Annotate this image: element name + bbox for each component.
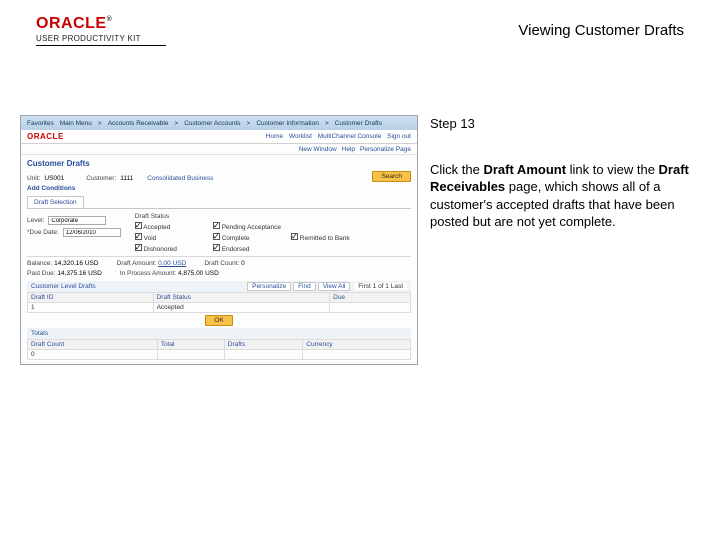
grid-header: Customer Level Drafts PersonalizeFindVie… — [27, 281, 411, 292]
checkbox-pending[interactable] — [213, 222, 220, 229]
breadcrumb[interactable]: Customer Information — [256, 120, 319, 127]
past-due-label: Past Due: — [27, 270, 56, 277]
grid-range: First 1 of 1 Last — [354, 283, 407, 290]
embedded-app-screenshot: Favorites Main Menu> Accounts Receivable… — [20, 115, 418, 365]
col-total: Total — [157, 340, 224, 350]
tab-strip: Draft Selection — [27, 196, 411, 209]
in-process-value: 4,875.00 USD — [178, 270, 219, 277]
app-subheader: New Window Help Personalize Page — [21, 144, 417, 155]
subheader-link[interactable]: Help — [342, 146, 355, 153]
customer-value: 1111 — [120, 175, 133, 182]
draft-count-value: 0 — [241, 260, 245, 267]
grid-tools: PersonalizeFindView All First 1 of 1 Las… — [245, 283, 407, 290]
customer-label: Customer: — [86, 175, 116, 182]
grid-tool-personalize[interactable]: Personalize — [247, 282, 291, 291]
brand-rule — [36, 45, 166, 46]
page-title: Customer Drafts — [27, 159, 411, 168]
breadcrumb[interactable]: Customer Accounts — [184, 120, 240, 127]
instr-frag: Click the — [430, 162, 483, 177]
col-draft-status[interactable]: Draft Status — [153, 293, 330, 303]
col-drafts: Drafts — [224, 340, 303, 350]
search-button[interactable]: Search — [372, 171, 411, 182]
grid-tool-viewall[interactable]: View All — [318, 282, 351, 291]
step-label: Step 13 — [430, 115, 700, 133]
instr-bold-1: Draft Amount — [483, 162, 566, 177]
col-currency: Currency — [303, 340, 411, 350]
app-header: ORACLE Home Worklist MultiChannel Consol… — [21, 130, 417, 144]
header-link[interactable]: Home — [266, 133, 283, 140]
balance-label: Balance: — [27, 260, 52, 267]
cell-count: 0 — [28, 350, 158, 360]
checkbox-remitted[interactable] — [291, 233, 298, 240]
checkbox-complete[interactable] — [213, 233, 220, 240]
continue-button[interactable]: OK — [205, 315, 232, 326]
draft-amount-label: Draft Amount: — [117, 260, 157, 267]
breadcrumb[interactable]: Favorites — [27, 120, 54, 127]
due-date-input[interactable] — [63, 228, 121, 237]
brand-subtitle: USER PRODUCTIVITY KIT — [36, 34, 166, 43]
chk-label: Remitted to Bank — [300, 235, 350, 242]
chk-label: Accepted — [143, 224, 170, 231]
chk-label: Dishonored — [144, 246, 177, 253]
header-link[interactable]: Sign out — [387, 133, 411, 140]
balance-value: 14,320.16 USD — [54, 260, 98, 267]
add-conditions-header: Add Conditions — [27, 185, 411, 192]
grid-title: Customer Level Drafts — [31, 283, 96, 290]
level-label: Level: — [27, 217, 44, 224]
unit-value: US001 — [44, 175, 64, 182]
subheader-link[interactable]: Personalize Page — [360, 146, 411, 153]
breadcrumb[interactable]: Customer Drafts — [335, 120, 382, 127]
table-row[interactable]: 1Accepted — [28, 303, 411, 313]
chk-label: Pending Acceptance — [222, 224, 281, 231]
col-draft-id[interactable]: Draft ID — [28, 293, 154, 303]
breadcrumb[interactable]: Accounts Receivable — [108, 120, 169, 127]
col-count: Draft Count — [28, 340, 158, 350]
checkbox-void[interactable] — [135, 233, 142, 240]
brand-wordmark: ORACLE® — [36, 16, 166, 32]
chk-label: Endorsed — [222, 246, 250, 253]
past-due-value: 14,375.16 USD — [57, 270, 101, 277]
instruction-text: Click the Draft Amount link to view the … — [430, 161, 700, 231]
unit-label: Unit: — [27, 175, 40, 182]
in-process-label: In Process Amount: — [120, 270, 176, 277]
chk-label: Void — [144, 235, 157, 242]
checkbox-dishonored[interactable] — [135, 244, 142, 251]
level-select[interactable] — [48, 216, 106, 225]
brand-logo: ORACLE® USER PRODUCTIVITY KIT — [36, 16, 166, 46]
draft-count-label: Draft Count: — [204, 260, 239, 267]
checkbox-accepted[interactable] — [135, 222, 142, 229]
chk-label: Complete — [222, 235, 250, 242]
checkbox-endorsed[interactable] — [213, 244, 220, 251]
totals-header: Totals — [27, 328, 411, 339]
drafts-table: Draft IDDraft StatusDue 1Accepted — [27, 292, 411, 313]
breadcrumb[interactable]: Main Menu — [60, 120, 92, 127]
totals-table: Draft CountTotalDraftsCurrency 0 — [27, 339, 411, 360]
breadcrumb-bar: Favorites Main Menu> Accounts Receivable… — [21, 116, 417, 130]
app-brand: ORACLE — [27, 132, 64, 141]
doc-title: Viewing Customer Drafts — [518, 22, 684, 39]
due-date-label: *Due Date: — [27, 229, 59, 236]
draft-amount-link[interactable]: 0.00 USD — [158, 260, 186, 267]
draft-status-label: Draft Status — [135, 213, 359, 220]
customer-link[interactable]: Consolidated Business — [147, 175, 213, 182]
table-row: 0 — [28, 350, 411, 360]
app-header-links: Home Worklist MultiChannel Console Sign … — [262, 133, 411, 140]
header-link[interactable]: MultiChannel Console — [318, 133, 382, 140]
subheader-link[interactable]: New Window — [299, 146, 337, 153]
header-link[interactable]: Worklist — [289, 133, 312, 140]
grid-tool-find[interactable]: Find — [293, 282, 316, 291]
col-due[interactable]: Due — [330, 293, 411, 303]
instr-frag: link to view the — [566, 162, 659, 177]
tab-draft-selection[interactable]: Draft Selection — [27, 196, 84, 208]
cell-status: Accepted — [153, 303, 330, 313]
